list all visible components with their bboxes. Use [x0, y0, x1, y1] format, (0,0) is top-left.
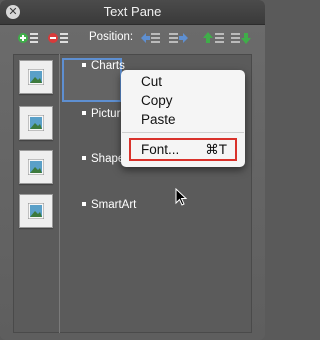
- bullet-icon: [82, 62, 86, 67]
- bullet-icon: [82, 201, 86, 206]
- mouse-pointer-icon: [175, 188, 188, 206]
- context-menu: Cut Copy Paste Font... ⌘T: [121, 70, 245, 167]
- outline-item[interactable]: Shape: [82, 153, 124, 165]
- picture-icon: [28, 203, 44, 219]
- outline-item[interactable]: Charts: [82, 60, 125, 72]
- menu-item-font[interactable]: Font... ⌘T: [129, 138, 237, 161]
- toolbar: Position:: [0, 25, 265, 51]
- outline-item[interactable]: SmartArt: [82, 199, 136, 211]
- picture-placeholder-4[interactable]: [19, 194, 53, 228]
- demote-arrow-icon[interactable]: [167, 30, 189, 46]
- position-label: Position:: [89, 31, 134, 43]
- font-menu-label: Font...: [141, 142, 180, 157]
- bullet-icon: [82, 110, 86, 115]
- font-shortcut: ⌘T: [205, 142, 227, 157]
- menu-item-copy[interactable]: Copy: [141, 93, 173, 108]
- outline-item-label: Shape: [91, 153, 125, 165]
- window-title: Text Pane: [103, 4, 162, 19]
- outline-item-label: Charts: [91, 60, 125, 72]
- outline-item-label: SmartArt: [91, 199, 137, 211]
- picture-icon: [28, 69, 44, 85]
- text-pane-window: ✕ Text Pane Position: Charts Pictur Shap…: [0, 0, 265, 340]
- promote-arrow-icon[interactable]: [140, 30, 162, 46]
- add-bullet-icon[interactable]: [17, 30, 39, 46]
- picture-placeholder-3[interactable]: [19, 150, 53, 184]
- move-down-icon[interactable]: [230, 30, 252, 46]
- move-up-icon[interactable]: [203, 30, 225, 46]
- picture-icon: [28, 115, 44, 131]
- picture-icon: [28, 159, 44, 175]
- menu-separator: [122, 132, 244, 133]
- remove-bullet-icon[interactable]: [47, 30, 69, 46]
- bullet-icon: [82, 155, 86, 160]
- picture-thumbnail-column: [13, 54, 60, 333]
- title-bar[interactable]: ✕ Text Pane: [0, 0, 265, 25]
- picture-placeholder-1[interactable]: [19, 60, 53, 94]
- menu-item-paste[interactable]: Paste: [141, 112, 176, 127]
- outline-item[interactable]: Pictur: [82, 108, 120, 120]
- picture-placeholder-2[interactable]: [19, 106, 53, 140]
- menu-item-cut[interactable]: Cut: [141, 74, 162, 89]
- outline-item-label: Pictur: [91, 108, 121, 120]
